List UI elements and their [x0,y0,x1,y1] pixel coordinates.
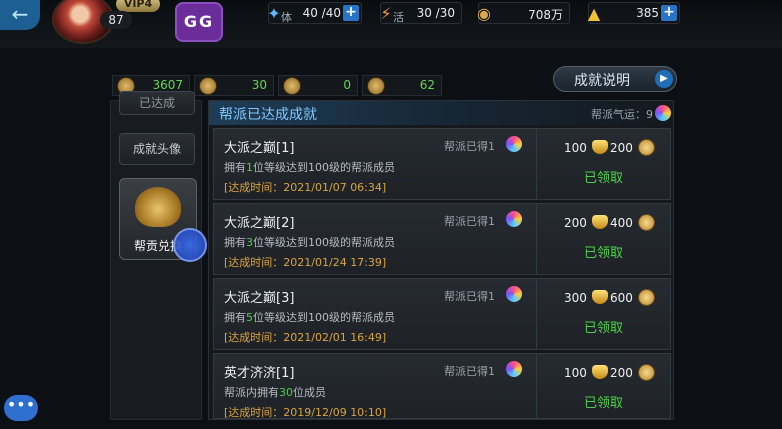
back-button[interactable]: ← [0,0,40,30]
copper-coin-icon: ◉ [477,4,491,23]
claimed-status: 已领取 [584,321,624,336]
luck-spiral-icon [506,361,522,377]
touch-indicator [173,228,207,262]
claimed-status: 已领取 [584,396,624,411]
claimed-status: 已领取 [584,171,624,186]
guild-luck: 帮派气运：9 [591,108,653,121]
coin-icon [638,364,655,381]
rewards: 100 200 [544,139,668,159]
arrow-right-icon: ▶ [655,70,673,88]
claimed-status: 已领取 [584,246,624,261]
gold-ingot-icon [592,140,608,154]
rewards: 300 600 [544,289,668,309]
luck-spiral-icon [506,211,522,227]
coins-stat: ◉ 708万 [477,2,570,24]
achievements-panel: 帮派已达成成就 帮派气运：9 大派之巅[1] 拥有1位等级达到100级的帮派成员… [208,100,674,420]
rewards: 200 400 [544,214,668,234]
top-bar: ← VIP4 87 GG ✦ 体 40 /40 + ⚡ 活 30 /30 ◉ 7… [0,0,782,48]
add-stamina-button[interactable]: + [343,5,359,21]
gg-overlay-icon[interactable]: GG [175,2,223,42]
achievement-row: 大派之巅[1] 拥有1位等级达到100级的帮派成员 [达成时间：2021/01/… [213,128,671,200]
player-level: 87 [100,11,132,29]
gold-ingot-icon [592,365,608,379]
scroll-icon [367,77,385,95]
luck-spiral-icon [506,286,522,302]
gold-ingot-icon [592,215,608,229]
money-bag-icon [135,187,181,227]
coin-icon [638,139,655,156]
coin-icon [638,214,655,231]
rewards: 100 200 [544,364,668,384]
back-arrow-icon: ← [11,2,29,26]
energy-stat: ⚡ 活 30 /30 [380,2,462,24]
luck-spiral-icon [655,105,671,121]
menu-item-avatar[interactable]: 成就头像 [119,133,195,165]
achievement-explain-button[interactable]: 成就说明 ▶ [553,66,677,92]
chat-bubble-icon[interactable]: ••• [4,395,38,421]
emblem-icon [283,77,301,95]
menu-item-achieved[interactable]: 已达成 [119,91,195,115]
stamina-stat: ✦ 体 40 /40 + [267,2,362,24]
gold-ingot-icon: ▲ [587,4,601,23]
add-gold-button[interactable]: + [661,5,677,21]
currency-emblem: 0 [278,75,358,96]
luck-spiral-icon [506,136,522,152]
gold-stat: ▲ 385 + [588,2,680,24]
achievement-row: 大派之巅[3] 拥有5位等级达到100级的帮派成员 [达成时间：2021/02/… [213,278,671,350]
currency-helmet: 30 [194,75,274,96]
coin-icon [638,289,655,306]
panel-title: 帮派已达成成就 [219,107,317,123]
helmet-icon [199,77,217,95]
achievement-row: 大派之巅[2] 拥有3位等级达到100级的帮派成员 [达成时间：2021/01/… [213,203,671,275]
currency-scroll: 62 [362,75,442,96]
gold-ingot-icon [592,290,608,304]
panel-header: 帮派已达成成就 帮派气运：9 [209,101,673,125]
achievement-row: 英才济济[1] 帮派内拥有30位成员 [达成时间：2019/12/09 10:1… [213,353,671,419]
